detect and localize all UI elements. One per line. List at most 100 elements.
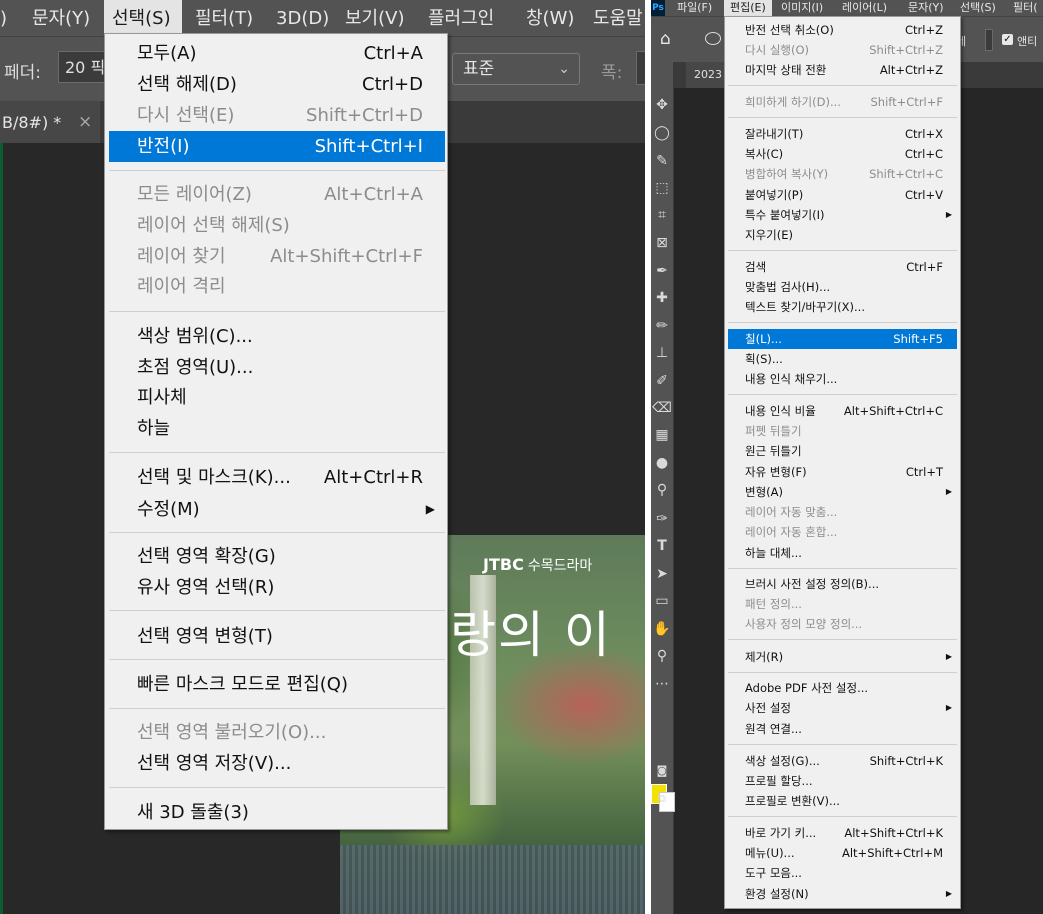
menu-item-undo[interactable]: 반전 선택 취소(O) Ctrl+Z [728, 20, 957, 40]
menu-item-copy-merged[interactable]: 병합하여 복사(Y) Shift+Ctrl+C [728, 164, 957, 184]
menu-item-toolbar[interactable]: 도구 모음... [728, 863, 957, 883]
menu-item-inverse[interactable]: 반전(I) Shift+Ctrl+I [109, 131, 445, 162]
menu-item-assign-profile[interactable]: 프로필 할당... [728, 771, 957, 791]
menu-image[interactable]: 이미지(I) [781, 0, 823, 16]
antialias-checkbox[interactable]: ✓ [1002, 34, 1013, 45]
menu-item-define-custom-shape[interactable]: 사용자 정의 모양 정의... [728, 614, 957, 634]
menu-item-quick-mask[interactable]: 빠른 마스크 모드로 편집(Q) [109, 669, 445, 700]
object-select-icon[interactable]: ⬚ [651, 177, 673, 199]
move-icon[interactable]: ✥ [651, 94, 673, 116]
menu-item-select-and-mask[interactable]: 선택 및 마스크(K)... Alt+Ctrl+R [109, 462, 445, 493]
menu-item-stroke[interactable]: 획(S)... [728, 349, 957, 369]
menu-file[interactable]: 파일(F) [677, 0, 712, 16]
menu-partial[interactable]: ) [0, 0, 14, 36]
menu-item-check-spelling[interactable]: 맞춤법 검사(H)... [728, 277, 957, 297]
menu-item-content-aware-scale[interactable]: 내용 인식 비율 Alt+Shift+Ctrl+C [728, 401, 957, 421]
menu-item-all[interactable]: 모두(A) Ctrl+A [109, 38, 445, 69]
zoom-icon[interactable]: ⚲ [651, 645, 673, 667]
menu-edit[interactable]: 편집(E) [724, 0, 772, 16]
menu-item-find-layers[interactable]: 레이어 찾기 Alt+Shift+Ctrl+F [109, 241, 445, 272]
menu-item-convert-to-profile[interactable]: 프로필로 변환(V)... [728, 791, 957, 811]
menu-item-free-transform[interactable]: 자유 변형(F) Ctrl+T [728, 462, 957, 482]
menu-item-load-selection[interactable]: 선택 영역 불러오기(O)... [109, 717, 445, 748]
menu-select[interactable]: 선택(S) [104, 0, 182, 36]
menu-item-content-aware-fill[interactable]: 내용 인식 채우기... [728, 369, 957, 389]
menu-3d[interactable]: 3D(D) [276, 0, 329, 36]
eraser-icon[interactable]: ⌫ [651, 397, 673, 419]
style-select[interactable]: 표준 ⌄ [452, 53, 580, 85]
menu-view[interactable]: 보기(V) [345, 0, 404, 36]
menu-item-clear[interactable]: 지우기(E) [728, 225, 957, 245]
lasso-icon[interactable]: ◯ [651, 122, 673, 144]
menu-item-paste[interactable]: 붙여넣기(P) Ctrl+V [728, 185, 957, 205]
menu-item-transform-selection[interactable]: 선택 영역 변형(T) [109, 621, 445, 652]
menu-item-similar[interactable]: 유사 영역 선택(R) [109, 572, 445, 603]
width-input[interactable] [636, 51, 645, 85]
menu-layer[interactable]: 레이어(L) [842, 0, 887, 16]
menu-item-toggle-last-state[interactable]: 마지막 상태 전환 Alt+Ctrl+Z [728, 60, 957, 80]
crop-icon[interactable]: ⌗ [651, 204, 673, 226]
menu-item-color-range[interactable]: 색상 범위(C)... [109, 321, 445, 352]
menu-item-deselect-layers[interactable]: 레이어 선택 해제(S) [109, 210, 445, 241]
rectangle-icon[interactable]: ▭ [651, 590, 673, 612]
menu-item-search[interactable]: 검색 Ctrl+F [728, 257, 957, 277]
menu-item-define-pattern[interactable]: 패턴 정의... [728, 594, 957, 614]
menu-item-puppet-warp[interactable]: 퍼펫 뒤틀기 [728, 421, 957, 441]
menu-type[interactable]: 문자(Y) [32, 0, 90, 36]
menu-filter[interactable]: 필터( [1013, 0, 1038, 16]
menu-item-adobe-pdf-presets[interactable]: Adobe PDF 사전 설정... [728, 678, 957, 698]
menu-item-modify[interactable]: 수정(M) ▶ [109, 494, 445, 525]
menu-item-sky-replacement[interactable]: 하늘 대체... [728, 543, 957, 563]
lasso-icon[interactable] [705, 32, 721, 45]
menu-item-auto-align-layers[interactable]: 레이어 자동 맞춤... [728, 502, 957, 522]
frame-icon[interactable]: ⊠ [651, 232, 673, 254]
brush-icon[interactable]: ✏ [651, 315, 673, 337]
menu-item-copy[interactable]: 복사(C) Ctrl+C [728, 144, 957, 164]
menu-help[interactable]: 도움말 [593, 0, 643, 36]
feather-input[interactable]: 20 픽 [58, 51, 108, 83]
menu-item-grow[interactable]: 선택 영역 확장(G) [109, 541, 445, 572]
screen-mode-icon[interactable]: ⧉ [651, 788, 673, 810]
menu-item-save-selection[interactable]: 선택 영역 저장(V)... [109, 748, 445, 779]
menu-plugins[interactable]: 플러그인 [428, 0, 494, 36]
menu-item-deselect[interactable]: 선택 해제(D) Ctrl+D [109, 69, 445, 100]
quick-select-icon[interactable]: ✎ [651, 150, 673, 172]
quick-mask-icon[interactable]: ◙ [651, 760, 673, 782]
eyedropper-icon[interactable]: ✒ [651, 260, 673, 282]
menu-item-define-brush[interactable]: 브러시 사전 설정 정의(B)... [728, 574, 957, 594]
menu-item-remote-connections[interactable]: 원격 연결... [728, 719, 957, 739]
menu-item-sky[interactable]: 하늘 [109, 413, 445, 444]
menu-item-color-settings[interactable]: 색상 설정(G)... Shift+Ctrl+K [728, 751, 957, 771]
dodge-icon[interactable]: ⚲ [651, 479, 673, 501]
menu-window[interactable]: 창(W) [526, 0, 574, 36]
menu-item-paste-special[interactable]: 특수 붙여넣기(I) ▶ [728, 205, 957, 225]
menu-item-cut[interactable]: 잘라내기(T) Ctrl+X [728, 124, 957, 144]
path-select-icon[interactable]: ➤ [651, 563, 673, 585]
document-tab[interactable]: B/8#) * × [0, 101, 100, 143]
healing-icon[interactable]: ✚ [651, 287, 673, 309]
options-input[interactable] [985, 29, 993, 51]
blur-icon[interactable]: ● [651, 452, 673, 474]
menu-filter[interactable]: 필터(T) [195, 0, 253, 36]
history-brush-icon[interactable]: ✐ [651, 370, 673, 392]
menu-item-keyboard-shortcuts[interactable]: 바로 가기 키... Alt+Shift+Ctrl+K [728, 823, 957, 843]
pen-icon[interactable]: ✑ [651, 508, 673, 530]
gradient-icon[interactable]: ▦ [651, 424, 673, 446]
menu-item-auto-blend-layers[interactable]: 레이어 자동 혼합... [728, 522, 957, 542]
home-icon[interactable]: ⌂ [660, 29, 671, 49]
menu-item-subject[interactable]: 피사체 [109, 382, 445, 413]
menu-item-all-layers[interactable]: 모든 레이어(Z) Alt+Ctrl+A [109, 179, 445, 210]
hand-icon[interactable]: ✋ [651, 618, 673, 640]
menu-item-find-replace-text[interactable]: 텍스트 찾기/바꾸기(X)... [728, 297, 957, 317]
menu-select[interactable]: 선택(S) [960, 0, 996, 16]
menu-item-presets[interactable]: 사전 설정 ▶ [728, 698, 957, 718]
menu-item-focus-area[interactable]: 초점 영역(U)... [109, 352, 445, 383]
menu-item-transform[interactable]: 변형(A) ▶ [728, 482, 957, 502]
menu-item-purge[interactable]: 제거(R) ▶ [728, 647, 957, 667]
more-tools-icon[interactable]: ⋯ [651, 673, 673, 695]
menu-item-preferences[interactable]: 환경 설정(N) ▶ [728, 884, 957, 904]
menu-item-fill[interactable]: 칠(L)... Shift+F5 [728, 329, 957, 349]
menu-type[interactable]: 문자(Y) [908, 0, 944, 16]
close-icon[interactable]: × [78, 101, 92, 144]
menu-item-reselect[interactable]: 다시 선택(E) Shift+Ctrl+D [109, 100, 445, 131]
